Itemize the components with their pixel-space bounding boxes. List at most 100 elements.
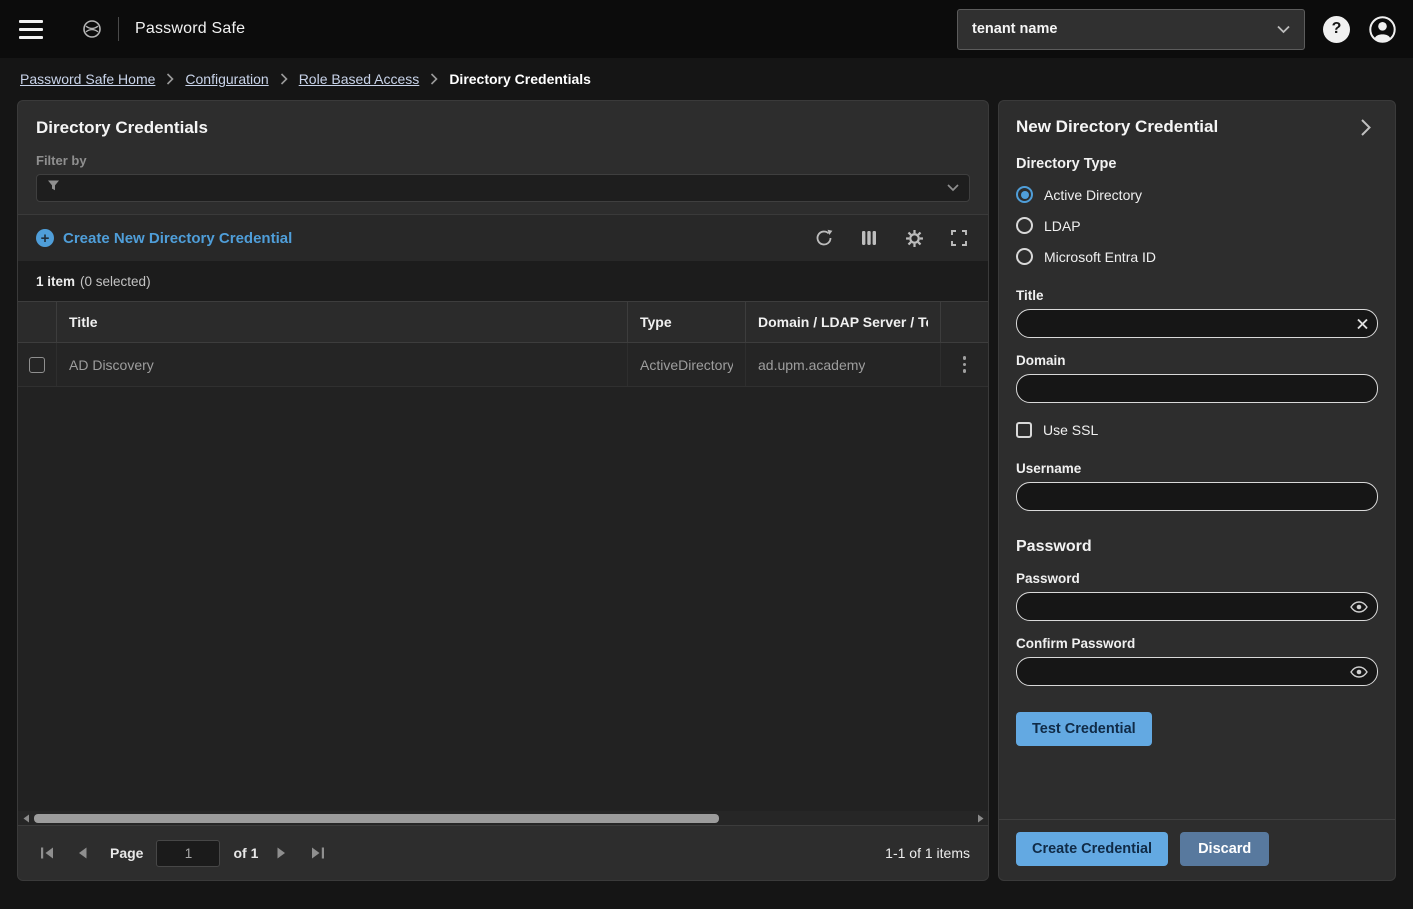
scroll-left-arrow-icon[interactable]: [19, 812, 32, 825]
tenant-selector[interactable]: tenant name: [957, 9, 1305, 50]
tenant-name: tenant name: [972, 21, 1057, 37]
username-field-wrap: [1016, 482, 1378, 511]
column-header-type[interactable]: Type: [627, 302, 745, 342]
menu-bar: [19, 20, 43, 23]
title-input[interactable]: [1016, 309, 1378, 338]
radio-icon: [1016, 217, 1033, 234]
pagination-bar: Page of 1 1-1 of 1 items: [18, 825, 988, 880]
title-field-label: Title: [1016, 288, 1378, 303]
table-row[interactable]: AD Discovery ActiveDirectory ad.upm.acad…: [18, 343, 988, 387]
app-logo-icon: [82, 19, 102, 39]
create-new-directory-credential-button[interactable]: + Create New Directory Credential: [36, 229, 292, 247]
password-section-heading: Password: [1016, 538, 1378, 556]
close-icon: [1357, 318, 1368, 329]
grid-summary: 1 item (0 selected): [18, 261, 988, 301]
scrollbar-track[interactable]: [34, 813, 972, 824]
grid-toolbar-icons: [813, 227, 970, 249]
confirm-password-input[interactable]: [1016, 657, 1378, 686]
previous-page-icon: [76, 846, 88, 860]
row-type-cell: ActiveDirectory: [627, 343, 745, 386]
next-page-icon: [276, 846, 288, 860]
radio-ldap[interactable]: LDAP: [1016, 217, 1378, 234]
columns-button[interactable]: [858, 227, 880, 249]
chevron-right-icon: [430, 73, 438, 85]
menu-button[interactable]: [16, 14, 46, 44]
radio-microsoft-entra-id[interactable]: Microsoft Entra ID: [1016, 248, 1378, 265]
filter-input[interactable]: [36, 174, 970, 202]
kebab-dot: [963, 369, 967, 373]
password-input[interactable]: [1016, 592, 1378, 621]
test-credential-button[interactable]: Test Credential: [1016, 712, 1152, 746]
column-header-title-label: Title: [69, 314, 98, 330]
collapse-panel-button[interactable]: [1354, 115, 1378, 139]
page-number-input[interactable]: [156, 840, 220, 867]
password-field-wrap: [1016, 592, 1378, 621]
confirm-password-field-label: Confirm Password: [1016, 636, 1378, 651]
column-header-domain[interactable]: Domain / LDAP Server / Tenant ID: [745, 302, 940, 342]
username-input[interactable]: [1016, 482, 1378, 511]
previous-page-button[interactable]: [71, 842, 93, 864]
chevron-right-icon: [1360, 118, 1372, 137]
expand-grid-button[interactable]: [948, 227, 970, 249]
show-confirm-password-button[interactable]: [1350, 666, 1368, 678]
breadcrumb-link-configuration[interactable]: Configuration: [185, 71, 268, 87]
first-page-icon: [40, 846, 55, 860]
funnel-icon: [47, 179, 60, 197]
use-ssl-checkbox-row[interactable]: Use SSL: [1016, 422, 1378, 438]
checkbox-icon: [1016, 422, 1032, 438]
radio-active-directory[interactable]: Active Directory: [1016, 186, 1378, 203]
chevron-right-icon: [166, 73, 174, 85]
page-of-label: of 1: [233, 845, 258, 861]
create-credential-button[interactable]: Create Credential: [1016, 832, 1168, 866]
confirm-password-field-wrap: [1016, 657, 1378, 686]
menu-bar: [19, 28, 43, 31]
profile-button[interactable]: [1368, 15, 1397, 44]
scroll-right-arrow-icon[interactable]: [974, 812, 987, 825]
chevron-right-icon: [280, 73, 288, 85]
discard-button[interactable]: Discard: [1180, 832, 1269, 866]
help-button[interactable]: ?: [1323, 16, 1350, 43]
column-header-type-label: Type: [640, 314, 672, 330]
breadcrumb-link-password-safe-home[interactable]: Password Safe Home: [20, 71, 155, 87]
eye-icon: [1350, 666, 1368, 678]
item-count: 1 item: [36, 274, 75, 289]
grid-settings-button[interactable]: [903, 227, 925, 249]
credential-type: ActiveDirectory: [640, 357, 733, 373]
row-domain-cell: ad.upm.academy: [745, 343, 940, 386]
topbar-right: tenant name ?: [957, 9, 1397, 50]
last-page-button[interactable]: [306, 842, 328, 864]
row-actions-cell: [940, 343, 988, 386]
password-field-label: Password: [1016, 571, 1378, 586]
use-ssl-label: Use SSL: [1043, 422, 1098, 438]
row-checkbox-cell: [18, 343, 56, 386]
row-checkbox[interactable]: [29, 357, 45, 373]
radio-label: Microsoft Entra ID: [1044, 249, 1156, 265]
row-menu-button[interactable]: [954, 354, 976, 376]
scrollbar-thumb[interactable]: [34, 814, 719, 823]
header-checkbox-cell: [18, 302, 56, 342]
show-password-button[interactable]: [1350, 601, 1368, 613]
chevron-down-icon[interactable]: [947, 179, 959, 197]
filter-by-label: Filter by: [36, 153, 970, 168]
menu-bar: [19, 36, 43, 39]
breadcrumb-link-role-based-access[interactable]: Role Based Access: [299, 71, 420, 87]
chevron-down-icon: [1277, 25, 1290, 34]
grid-toolbar: + Create New Directory Credential: [18, 214, 988, 261]
clear-title-button[interactable]: [1357, 318, 1368, 329]
page-title: Directory Credentials: [36, 118, 970, 138]
column-header-title[interactable]: Title: [56, 302, 627, 342]
horizontal-scrollbar[interactable]: [18, 811, 988, 825]
topbar-divider: [118, 17, 119, 41]
first-page-button[interactable]: [36, 842, 58, 864]
breadcrumb-current: Directory Credentials: [449, 71, 591, 87]
username-field-label: Username: [1016, 461, 1378, 476]
refresh-button[interactable]: [813, 227, 835, 249]
refresh-icon: [815, 229, 833, 247]
next-page-button[interactable]: [271, 842, 293, 864]
columns-icon: [861, 230, 877, 246]
app-title: Password Safe: [135, 20, 245, 38]
radio-icon: [1016, 186, 1033, 203]
breadcrumb: Password Safe Home Configuration Role Ba…: [0, 58, 1413, 100]
radio-icon: [1016, 248, 1033, 265]
domain-input[interactable]: [1016, 374, 1378, 403]
